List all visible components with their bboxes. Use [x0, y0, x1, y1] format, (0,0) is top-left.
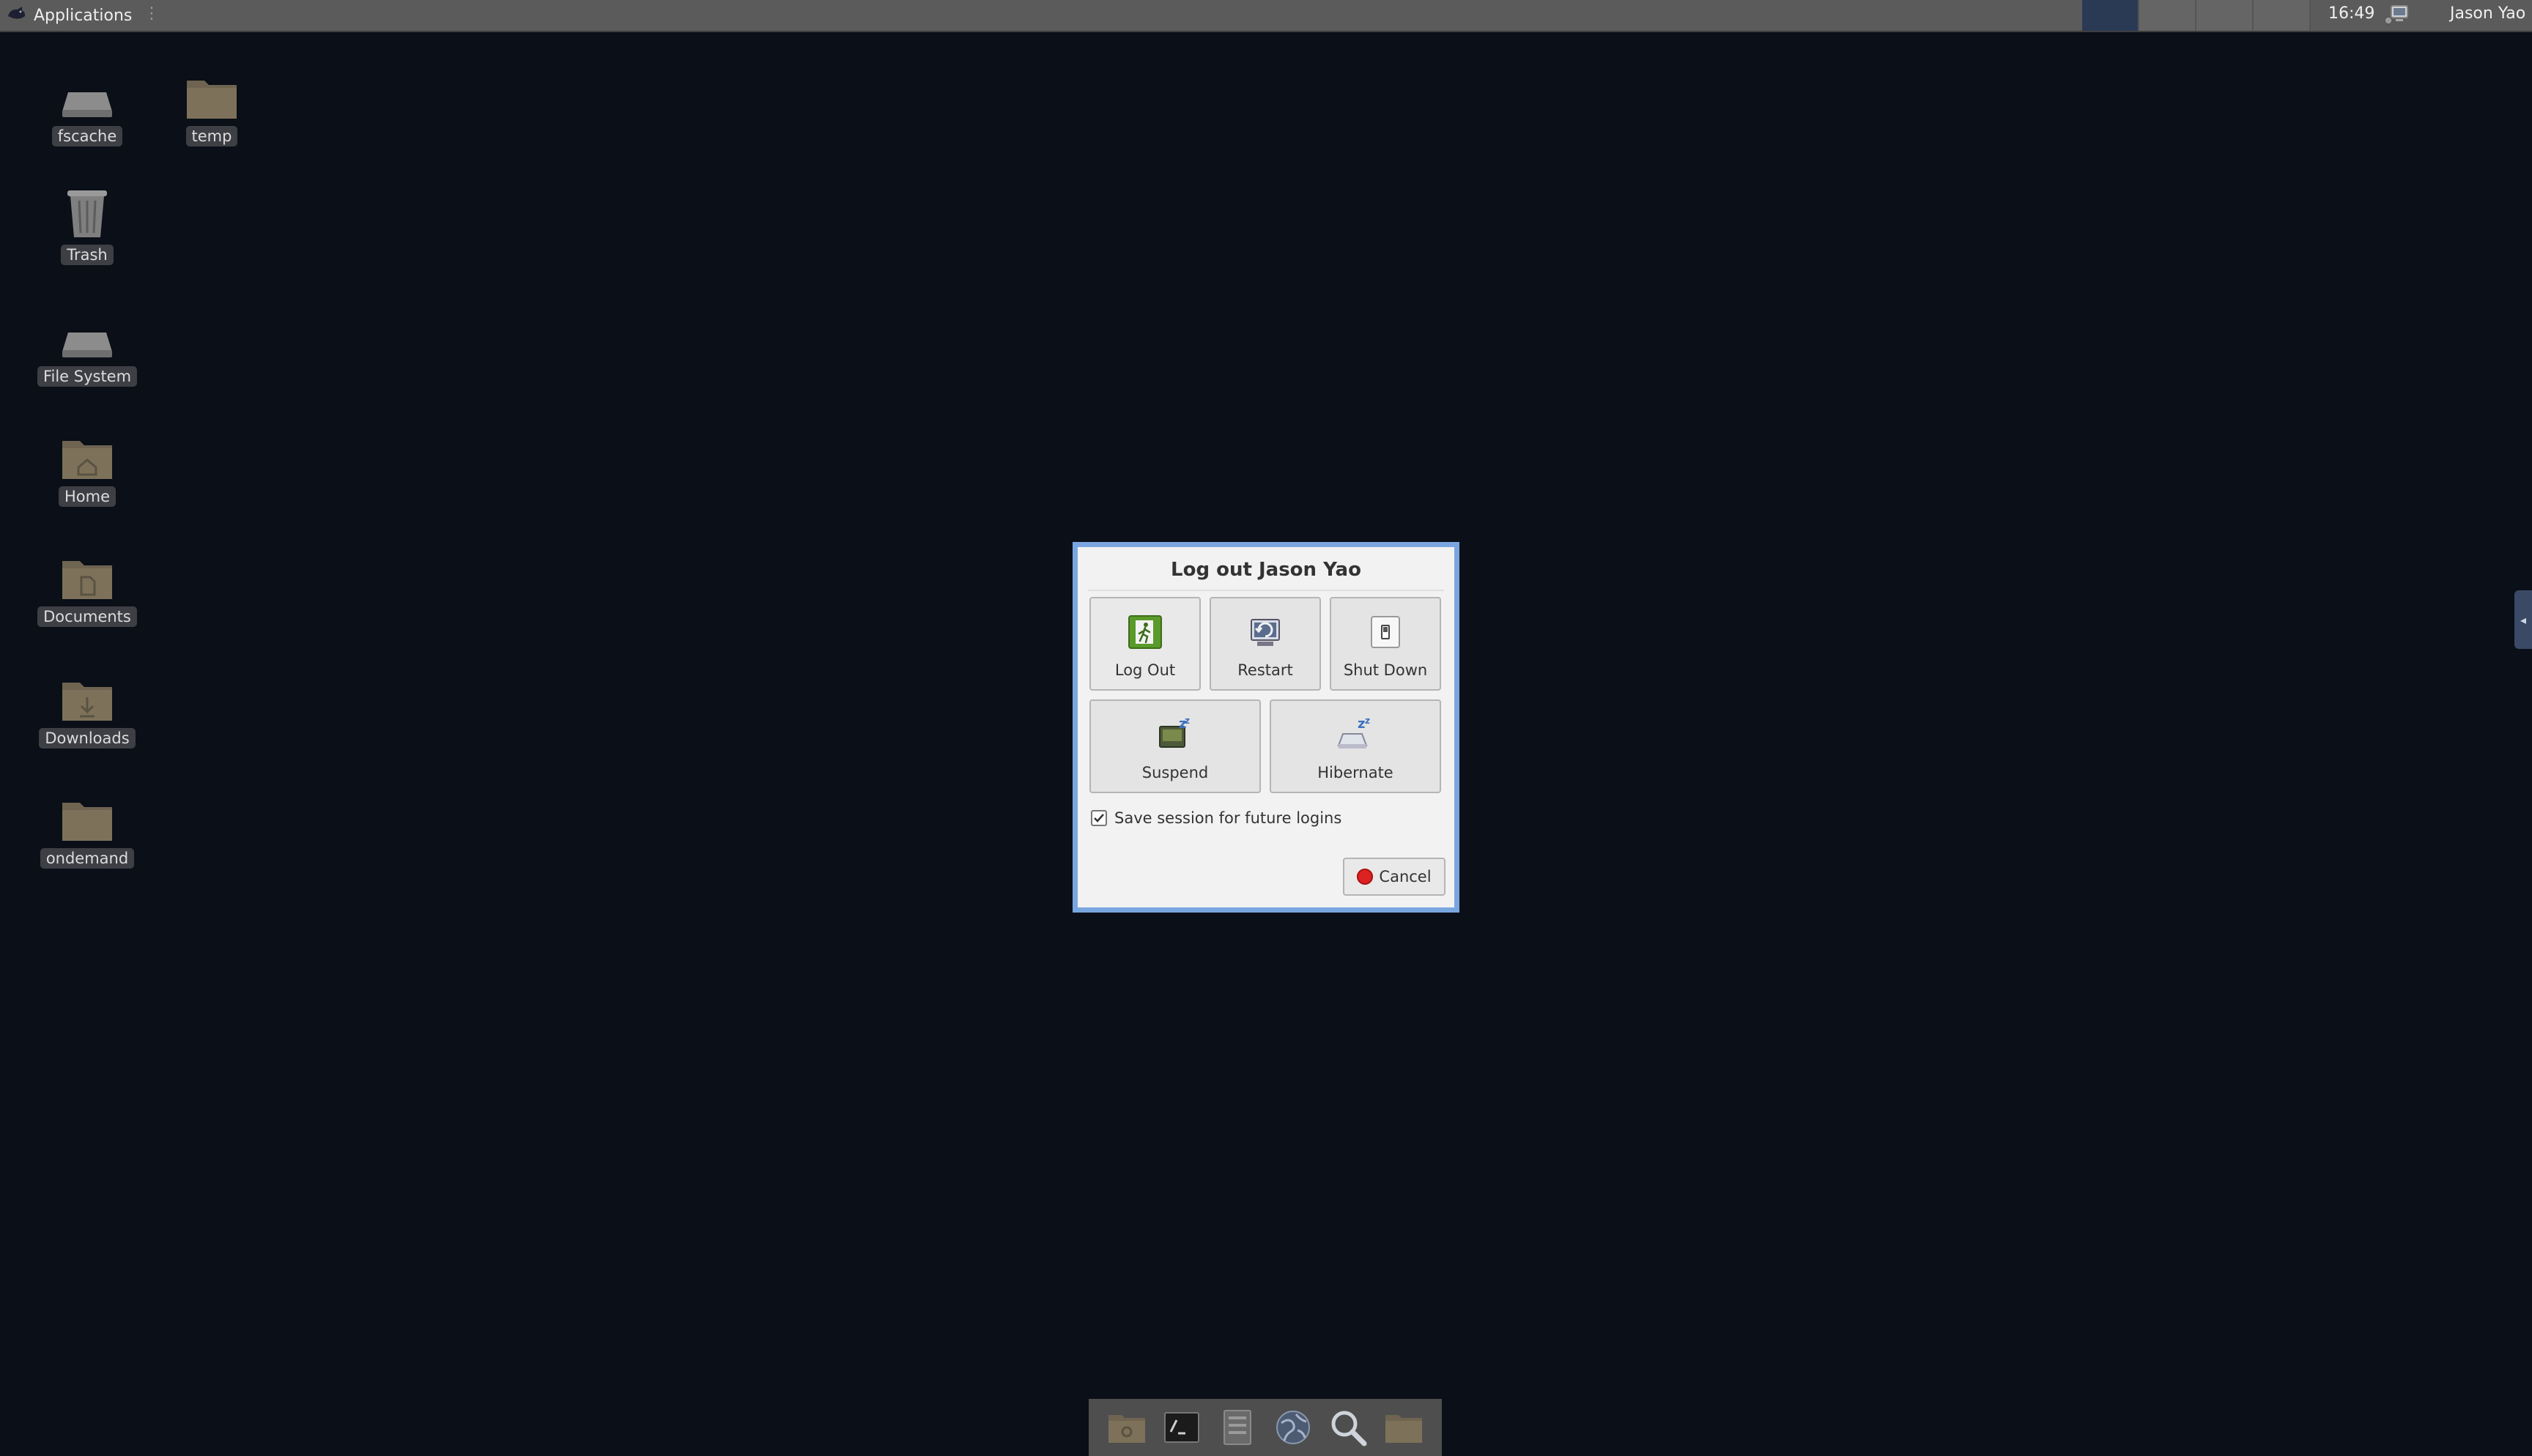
dock-folder[interactable]	[1382, 1406, 1425, 1449]
suspend-button[interactable]: z z Suspend	[1089, 699, 1261, 793]
downloads-folder-icon	[58, 664, 116, 722]
svg-text:z: z	[1365, 716, 1370, 726]
workspace-1[interactable]	[2082, 0, 2139, 31]
chevron-left-icon: ◂	[2520, 612, 2527, 627]
cancel-label: Cancel	[1379, 868, 1432, 885]
log-out-label: Log Out	[1114, 661, 1176, 679]
dock-web-browser[interactable]	[1272, 1406, 1314, 1449]
dock-search[interactable]	[1327, 1406, 1369, 1449]
svg-text:z: z	[1358, 716, 1365, 732]
search-icon	[1331, 1411, 1367, 1446]
save-session-checkbox[interactable]	[1091, 810, 1107, 826]
folder-icon	[182, 62, 241, 120]
file-manager-icon	[1108, 1415, 1145, 1443]
drive-icon	[1224, 1410, 1252, 1445]
xfce-mouse-icon	[6, 4, 28, 26]
dock-drive[interactable]	[1216, 1406, 1259, 1449]
save-session-label[interactable]: Save session for future logins	[1114, 809, 1341, 827]
desktop-icon-label: Documents	[37, 606, 137, 627]
desktop-icon-ondemand[interactable]: ondemand	[32, 784, 142, 869]
shut-down-button[interactable]: Shut Down	[1330, 597, 1441, 691]
desktop-icon-trash[interactable]: Trash	[32, 180, 142, 265]
power-switch-icon	[1367, 614, 1404, 654]
title-separator	[1088, 590, 1444, 591]
applications-label: Applications	[34, 6, 133, 25]
desktop-icon-label: ondemand	[40, 848, 135, 869]
terminal-icon	[1164, 1412, 1200, 1443]
logout-dialog-body: Log out Jason Yao Log Out Restart Shut D…	[1078, 547, 1454, 907]
drive-icon	[58, 62, 116, 120]
folder-icon	[58, 784, 116, 842]
system-tray	[2384, 3, 2409, 31]
desktop-icon-home[interactable]: Home	[32, 422, 142, 507]
desktop-icon-file-system[interactable]: File System	[32, 302, 142, 387]
desktop-icon-label: Downloads	[39, 728, 136, 749]
logout-dialog: Log out Jason Yao Log Out Restart Shut D…	[1073, 542, 1459, 913]
bottom-dock	[1089, 1399, 1442, 1456]
dock-terminal[interactable]	[1160, 1406, 1203, 1449]
web-browser-icon	[1276, 1411, 1310, 1444]
restart-button[interactable]: Restart	[1210, 597, 1321, 691]
dialog-title: Log out Jason Yao	[1171, 559, 1361, 581]
desktop-icon-documents[interactable]: Documents	[32, 542, 142, 627]
hibernate-label: Hibernate	[1317, 764, 1393, 781]
checkmark-icon	[1094, 814, 1104, 822]
exit-icon	[1127, 614, 1163, 654]
dock-file-manager[interactable]	[1106, 1406, 1148, 1449]
hibernate-icon: z z	[1337, 716, 1374, 757]
desktop-icon-temp[interactable]: temp	[157, 62, 267, 146]
side-panel-handle[interactable]: ◂	[2514, 590, 2532, 649]
home-folder-icon	[58, 422, 116, 480]
trash-icon	[58, 180, 116, 239]
folder-icon	[1385, 1415, 1423, 1443]
restart-label: Restart	[1237, 661, 1293, 679]
workspace-3[interactable]	[2196, 0, 2254, 31]
restart-icon	[1247, 614, 1284, 654]
workspace-2[interactable]	[2139, 0, 2196, 31]
desktop-icon-label: File System	[37, 366, 138, 387]
save-session-row: Save session for future logins	[1091, 809, 1341, 827]
desktop-icon-label: temp	[185, 126, 238, 146]
top-panel: Applications ⋮ 16:49 Jason Yao	[0, 0, 2532, 32]
desktop-icon-fscache[interactable]: fscache	[32, 62, 142, 146]
desktop-icon-label: Trash	[61, 245, 114, 265]
log-out-button[interactable]: Log Out	[1089, 597, 1201, 691]
workspace-4[interactable]	[2254, 0, 2311, 31]
desktop-icon-label: fscache	[51, 126, 123, 146]
suspend-icon: z z	[1157, 716, 1193, 757]
clock[interactable]: 16:49	[2328, 4, 2374, 23]
drive-icon	[58, 302, 116, 360]
network-icon[interactable]	[2384, 3, 2409, 31]
svg-text:z: z	[1185, 716, 1190, 726]
cancel-icon	[1357, 869, 1374, 885]
cancel-button[interactable]: Cancel	[1343, 858, 1445, 896]
hibernate-button[interactable]: z z Hibernate	[1270, 699, 1441, 793]
documents-folder-icon	[58, 542, 116, 601]
suspend-label: Suspend	[1141, 764, 1209, 781]
user-menu[interactable]: Jason Yao	[2450, 4, 2525, 23]
panel-separator: ⋮	[144, 4, 160, 23]
desktop-icon-label: Home	[58, 486, 116, 507]
desktop-icon-downloads[interactable]: Downloads	[32, 664, 142, 749]
shut-down-label: Shut Down	[1343, 661, 1428, 679]
workspace-switcher[interactable]	[2082, 0, 2311, 31]
applications-menu[interactable]: Applications	[6, 0, 132, 31]
